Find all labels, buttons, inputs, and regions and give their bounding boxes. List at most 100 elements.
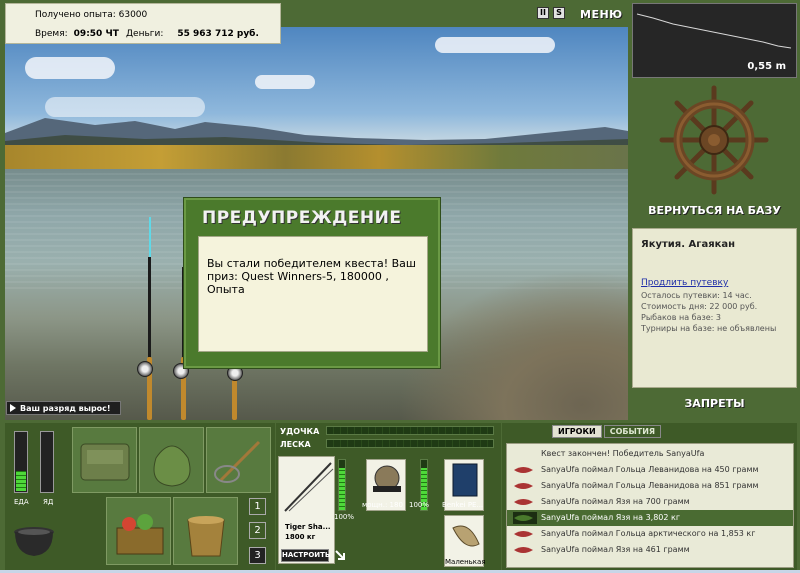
event-text: SanyaUfa поймал Язя на 700 грамм — [541, 497, 690, 506]
events-panel: ИГРОКИ СОБЫТИЯ Квест закончен! Победител… — [502, 423, 797, 571]
time-label: Время: — [35, 29, 68, 39]
fish-icon — [513, 512, 537, 524]
event-text: SanyaUfa поймал Язя на 3,802 кг — [541, 513, 681, 522]
menu-button[interactable]: МЕНЮ — [580, 8, 623, 21]
poison-label: ЯД — [43, 498, 54, 506]
cauldron-icon[interactable] — [9, 518, 59, 560]
money-label: Деньги: — [126, 29, 164, 39]
event-text: SanyaUfa поймал Гольца Леванидова на 851… — [541, 481, 759, 490]
lure-slot[interactable]: Маленькая — [444, 515, 486, 567]
reel-power: мощн.: 180 — [362, 501, 403, 509]
player-info-panel: Получено опыта: 63000 Время: 09:50 ЧТ Ден… — [5, 3, 281, 44]
tab-events[interactable]: СОБЫТИЯ — [603, 425, 662, 438]
permit-remaining: Осталось путевки: 14 час. — [641, 291, 752, 300]
line-row-label: ЛЕСКА — [280, 440, 311, 449]
list-item: Квест закончен! Победитель SanyaUfa — [507, 446, 793, 462]
vegetables-basket-icon — [116, 514, 164, 555]
inventory-slot-bag[interactable] — [72, 427, 137, 493]
rank-up-label: Ваш разряд вырос! — [20, 403, 111, 413]
rod-weight: 1800 кг — [285, 533, 316, 541]
inventory-slot-groundbait[interactable] — [106, 497, 171, 565]
bag-icon — [80, 443, 130, 481]
money-line: Деньги: 55 963 712 руб. — [126, 29, 259, 39]
inventory-panel: ЕДА ЯД 1 2 3 — [5, 423, 275, 571]
rod-durability-bar — [338, 459, 346, 511]
return-to-base-button[interactable]: ВЕРНУТЬСЯ НА БАЗУ — [632, 204, 797, 217]
ship-wheel-area[interactable] — [632, 82, 797, 222]
inventory-slot-bucket[interactable] — [173, 497, 238, 565]
depth-value: 0,55 m — [747, 61, 786, 72]
list-item: SanyaUfa поймал Гольца Леванидова на 851… — [507, 478, 793, 494]
cloud — [25, 57, 115, 79]
arrow-right-icon — [10, 404, 16, 412]
event-text: SanyaUfa поймал Гольца арктического на 1… — [541, 529, 756, 538]
xp-line: Получено опыта: 63000 — [35, 10, 147, 20]
sound-icon[interactable]: S — [553, 7, 565, 19]
fish-icon — [514, 531, 533, 537]
line-tension-bar — [326, 439, 494, 448]
rod-durability-fill — [339, 467, 345, 510]
lure-icon — [452, 525, 480, 547]
tackle-panel: УДОЧКА ЛЕСКА Tiger Sha... 1800 кг 100% м… — [276, 423, 501, 571]
dialog-title: ПРЕДУПРЕЖДЕНИЕ — [202, 208, 402, 228]
treeline — [5, 145, 628, 169]
slot-page-2-button[interactable]: 2 — [249, 522, 266, 539]
base-info-panel: Якутия. Агаякан Продлить путевку Осталос… — [632, 228, 797, 388]
list-item: SanyaUfa поймал Язя на 700 грамм — [507, 494, 793, 510]
rod-name: Tiger Sha... — [285, 523, 331, 531]
landing-net-icon — [214, 440, 261, 483]
list-item: SanyaUfa поймал Язя на 461 грамм — [507, 542, 793, 558]
xp-value: 63000 — [118, 10, 148, 20]
fishers-on-base: Рыбаков на базе: 3 — [641, 313, 721, 322]
arrow-down-right-icon[interactable] — [334, 549, 346, 561]
dialog-message: Вы стали победителем квеста! Ваш приз: Q… — [198, 236, 428, 352]
pause-icon[interactable]: II — [537, 7, 549, 19]
cloud — [435, 37, 555, 53]
bans-button[interactable]: ЗАПРЕТЫ — [632, 397, 797, 410]
list-item: SanyaUfa поймал Язя на 3,802 кг — [507, 510, 793, 526]
fishing-rod[interactable] — [148, 257, 151, 367]
bucket-icon — [187, 516, 225, 557]
time-value: 09:50 ЧТ — [73, 29, 119, 39]
rod-tension-bar — [326, 426, 494, 435]
rod-row-label: УДОЧКА — [280, 427, 320, 436]
event-text: Квест закончен! Победитель SanyaUfa — [541, 449, 705, 458]
extend-permit-link[interactable]: Продлить путевку — [641, 278, 788, 288]
tab-players[interactable]: ИГРОКИ — [552, 425, 602, 438]
warning-dialog[interactable]: ПРЕДУПРЕЖДЕНИЕ Вы стали победителем квес… — [183, 197, 441, 369]
time-line: Время: 09:50 ЧТ — [35, 29, 119, 39]
food-meter — [14, 431, 28, 493]
depth-graph: 0,55 m — [632, 3, 797, 78]
money-value: 55 963 712 руб. — [177, 29, 259, 39]
food-label: ЕДА — [14, 498, 29, 506]
list-item: SanyaUfa поймал Гольца Леванидова на 450… — [507, 462, 793, 478]
setup-button[interactable]: НАСТРОИТЬ — [281, 549, 330, 562]
list-item: SanyaUfa поймал Гольца арктического на 1… — [507, 526, 793, 542]
inventory-slot-net[interactable] — [206, 427, 271, 493]
inventory-slot-bait-bag[interactable] — [139, 427, 204, 493]
xp-label: Получено опыта: — [35, 10, 116, 20]
top-icons: II S — [537, 7, 565, 19]
reel-percent: 100% — [409, 501, 430, 509]
event-list[interactable]: Квест закончен! Победитель SanyaUfa Sany… — [506, 443, 794, 568]
tournaments: Турниры на базе: не объявлены — [641, 324, 777, 333]
event-text: SanyaUfa поймал Язя на 461 грамм — [541, 545, 690, 554]
food-meter-fill — [16, 471, 26, 491]
bait-bag-icon — [153, 445, 191, 487]
reel-icon[interactable] — [137, 361, 153, 377]
fish-icon — [514, 547, 533, 553]
slot-page-3-button[interactable]: 3 — [249, 547, 266, 564]
rod-percent: 100% — [334, 513, 355, 521]
line-name: Benkei PE... — [442, 501, 484, 509]
fish-icon — [514, 499, 533, 505]
rank-up-notice[interactable]: Ваш разряд вырос! — [6, 401, 121, 415]
fish-icon — [514, 483, 533, 489]
fish-icon — [514, 467, 533, 473]
poison-meter — [40, 431, 54, 493]
slot-page-1-button[interactable]: 1 — [249, 498, 266, 515]
rod-slot[interactable]: Tiger Sha... 1800 кг — [278, 456, 335, 564]
event-text: SanyaUfa поймал Гольца Леванидова на 450… — [541, 465, 759, 474]
ship-wheel-icon[interactable] — [632, 82, 797, 202]
line-spool-icon — [452, 463, 478, 497]
rod-tip — [149, 217, 151, 257]
